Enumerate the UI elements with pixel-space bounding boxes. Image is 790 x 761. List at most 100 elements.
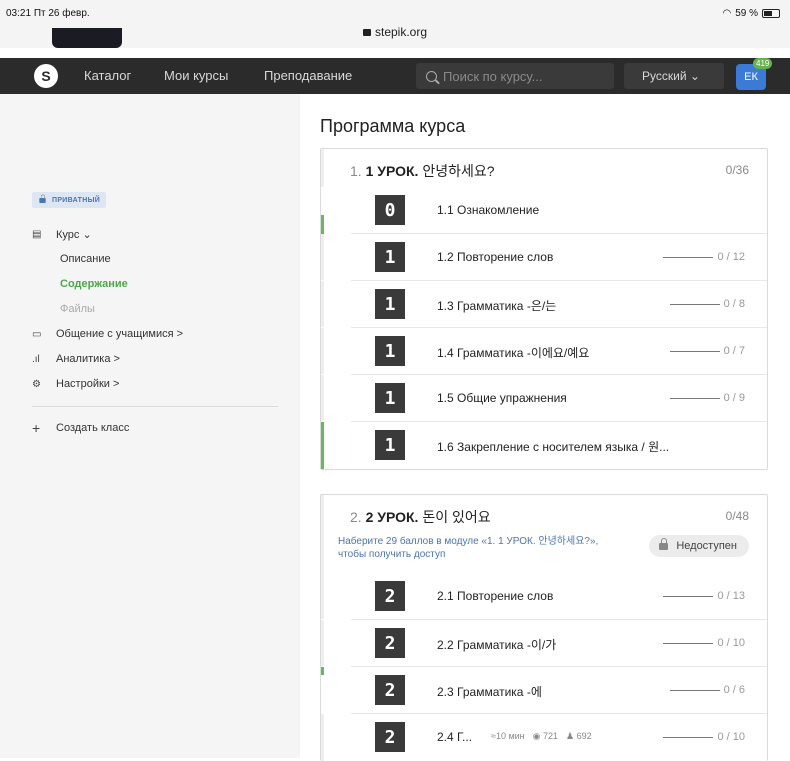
page-title: Программа курса (320, 116, 466, 136)
battery-percent: 59 % (735, 8, 758, 19)
lesson-number-icon: 1 (375, 383, 405, 413)
lesson-title: 2.4 Г... (437, 730, 473, 744)
lesson-row[interactable]: 1 1.2 Повторение слов 0 / 12 (321, 234, 767, 281)
eye-icon: ◉ (532, 731, 541, 741)
sidebar: ПРИВАТНЫЙ ▤ Курс ⌄ Описание Содержание Ф… (0, 94, 300, 758)
locked-badge: Недоступен (649, 535, 749, 557)
lock-icon (39, 194, 46, 203)
private-label: ПРИВАТНЫЙ (52, 196, 101, 204)
module-1: 1. 1 УРОК. 안녕하세요? 0/36 0 1.1 Ознакомлени… (320, 148, 768, 470)
lesson-progress: 0 / 12 (663, 251, 745, 263)
lesson-number-icon: 1 (375, 242, 405, 272)
wifi-icon: ◠ (722, 8, 732, 19)
lesson-progress: 0 / 6 (669, 684, 745, 696)
lesson-row[interactable]: 2 2.3 Грамматика -에 0 / 6 (321, 667, 767, 714)
lesson-duration: ≈10 мин (491, 731, 525, 741)
sidebar-item-contents[interactable]: Содержание (60, 278, 128, 290)
lesson-number-icon: 2 (375, 722, 405, 752)
sidebar-analytics[interactable]: .ıl Аналитика > (32, 353, 120, 365)
status-bar: 03:21 Пт 26 февр. stepik.org ◠ 59 % (0, 0, 790, 48)
sidebar-item-description[interactable]: Описание (60, 253, 111, 265)
battery-icon (762, 9, 780, 18)
module-2: 2. 2 УРОК. 돈이 있어요 0/48 Наберите 29 балло… (320, 494, 768, 761)
lesson-progress: 0 / 13 (663, 590, 745, 602)
sidebar-chat-label: Общение с учащимися > (56, 328, 184, 340)
user-icon: ♟ (566, 731, 575, 741)
plus-icon: + (32, 420, 41, 436)
gear-icon: ⚙ (32, 378, 41, 390)
nav-my-courses[interactable]: Мои курсы (164, 68, 228, 83)
lesson-title: 1.4 Грамматика -이에요/예요 (437, 346, 590, 360)
locked-label: Недоступен (676, 540, 737, 552)
lesson-number-icon: 2 (375, 628, 405, 658)
lesson-row[interactable]: 2 2.4 Г... ≈10 мин ◉ 721 ♟ 692 0 / 10 (321, 714, 767, 761)
sidebar-analytics-label: Аналитика > (56, 353, 120, 365)
sidebar-settings-label: Настройки > (56, 378, 120, 390)
sidebar-item-files[interactable]: Файлы (60, 303, 95, 315)
lesson-meta: ≈10 мин ◉ 721 ♟ 692 (491, 731, 592, 742)
lock-icon (362, 29, 371, 36)
lesson-number-icon: 1 (375, 336, 405, 366)
sidebar-create-class[interactable]: + Создать класс (32, 420, 129, 436)
module-access-note: Наберите 29 баллов в модуле «1. 1 УРОК. … (321, 533, 767, 573)
module-title: 1. 1 УРОК. 안녕하세요? (350, 163, 495, 179)
language-select[interactable]: Русский ⌄ (624, 63, 724, 89)
lesson-progress: 0 / 8 (669, 298, 745, 310)
lesson-number-icon: 2 (375, 581, 405, 611)
lesson-title: 2.1 Повторение слов (437, 589, 554, 603)
lesson-row[interactable]: 1 1.3 Грамматика -은/는 0 / 8 (321, 281, 767, 328)
lesson-row[interactable]: 0 1.1 Ознакомление (321, 187, 767, 234)
nav-teaching[interactable]: Преподавание (264, 68, 352, 83)
sidebar-course[interactable]: ▤ Курс ⌄ (32, 228, 92, 241)
sidebar-course-label: Курс ⌄ (56, 229, 92, 241)
lesson-number-icon: 1 (375, 430, 405, 460)
lesson-title: 1.5 Общие упражнения (437, 391, 567, 405)
lesson-number-icon: 2 (375, 675, 405, 705)
module-header[interactable]: 1. 1 УРОК. 안녕하세요? 0/36 (321, 149, 767, 187)
lesson-title: 1.1 Ознакомление (437, 203, 540, 217)
search-icon (426, 70, 437, 82)
lesson-number-icon: 0 (375, 195, 405, 225)
private-badge: ПРИВАТНЫЙ (32, 192, 107, 208)
lock-icon (659, 537, 669, 550)
date: Пт 26 февр. (33, 8, 90, 19)
module-title: 2. 2 УРОК. 돈이 있어요 (350, 509, 491, 525)
course-search[interactable] (416, 63, 614, 89)
lesson-title: 1.3 Грамматика -은/는 (437, 299, 557, 313)
lesson-learners: ♟ 692 (566, 731, 592, 741)
search-input[interactable] (443, 68, 593, 84)
lesson-progress: 0 / 7 (669, 345, 745, 357)
lesson-title: 2.3 Грамматика -에 (437, 685, 542, 699)
module-header[interactable]: 2. 2 УРОК. 돈이 있어요 0/48 (321, 495, 767, 533)
lesson-title: 1.6 Закрепление с носителем языка / 원... (437, 440, 670, 454)
lesson-progress: 0 / 10 (663, 637, 745, 649)
chat-icon: ▭ (32, 328, 42, 340)
lesson-progress: 0 / 10 (663, 731, 745, 743)
sidebar-chat[interactable]: ▭ Общение с учащимися > (32, 328, 183, 340)
status-time: 03:21 Пт 26 февр. (6, 8, 90, 19)
lesson-title: 1.2 Повторение слов (437, 250, 554, 264)
lesson-row[interactable]: 1 1.6 Закрепление с носителем языка / 원.… (321, 422, 767, 469)
nav-catalog[interactable]: Каталог (84, 68, 131, 83)
book-icon: ▤ (32, 229, 42, 240)
lesson-progress: 0 / 9 (669, 392, 745, 404)
lesson-row[interactable]: 2 2.2 Грамматика -이/가 0 / 10 (321, 620, 767, 667)
lesson-row[interactable]: 1 1.5 Общие упражнения 0 / 9 (321, 375, 767, 422)
top-navbar: S Каталог Мои курсы Преподавание Русский… (0, 58, 790, 94)
status-right: ◠ 59 % (722, 8, 780, 19)
sidebar-divider (32, 406, 278, 407)
module-score: 0/36 (725, 163, 749, 177)
lesson-row[interactable]: 1 1.4 Грамматика -이에요/예요 0 / 7 (321, 328, 767, 375)
lesson-title: 2.2 Грамматика -이/가 (437, 638, 557, 652)
analytics-icon: .ıl (32, 353, 40, 365)
module-score: 0/48 (725, 509, 749, 523)
sidebar-settings[interactable]: ⚙ Настройки > (32, 378, 119, 390)
battery-fill (764, 11, 773, 16)
access-requirement-text: Наберите 29 баллов в модуле «1. 1 УРОК. … (338, 536, 599, 560)
url-bar[interactable]: stepik.org (0, 25, 790, 39)
lesson-row[interactable]: 2 2.1 Повторение слов 0 / 13 (321, 573, 767, 620)
url-text: stepik.org (374, 25, 428, 39)
stepik-logo-icon[interactable]: S (34, 64, 58, 88)
sidebar-create-class-label: Создать класс (56, 422, 130, 434)
notification-badge[interactable]: 419 (753, 58, 773, 69)
